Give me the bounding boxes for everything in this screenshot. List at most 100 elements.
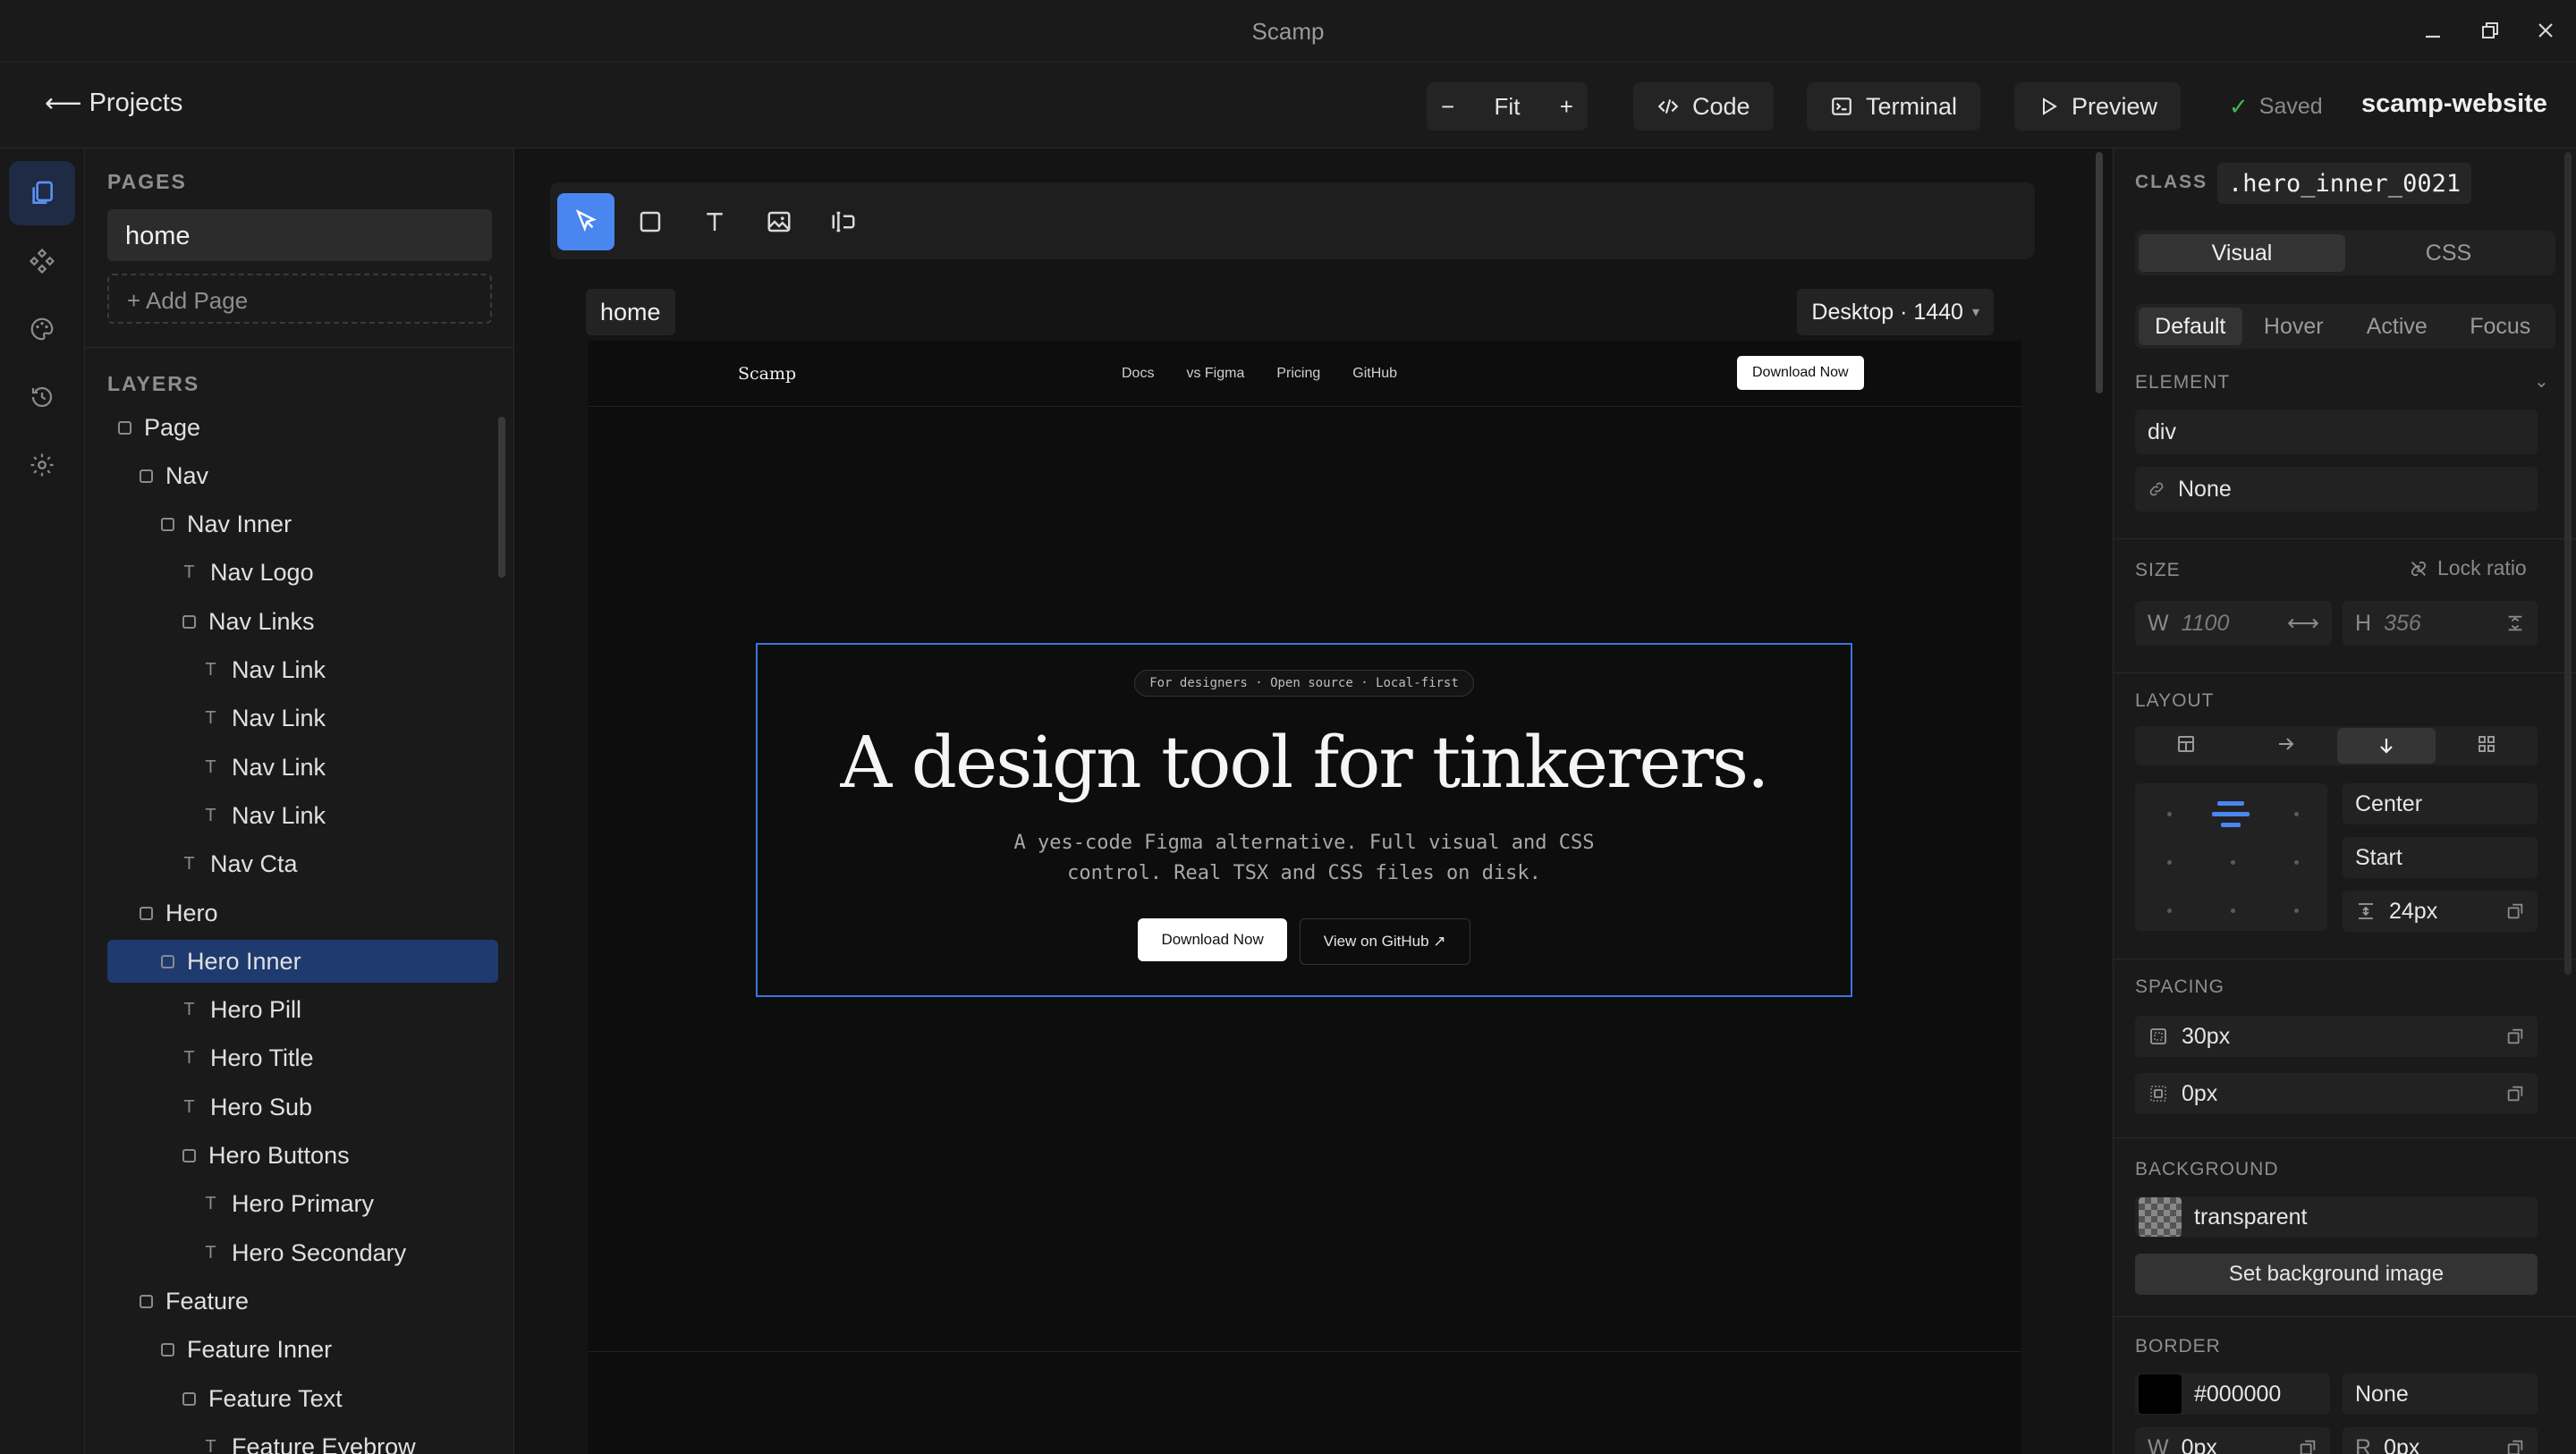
text-tool-button[interactable] — [686, 193, 743, 250]
hero-pill[interactable]: For designers · Open source · Local-firs… — [758, 670, 1851, 697]
terminal-button[interactable]: Terminal — [1807, 82, 1981, 131]
class-name-chip[interactable]: .hero_inner_0021 — [2217, 163, 2472, 204]
layer-item[interactable]: T Nav Link — [204, 746, 326, 789]
state-focus[interactable]: Focus — [2449, 308, 2553, 345]
margin-field[interactable]: 0px — [2135, 1073, 2538, 1114]
align-dot[interactable] — [2231, 860, 2235, 865]
select-tool-button[interactable] — [557, 193, 614, 250]
background-color-field[interactable]: transparent — [2135, 1196, 2538, 1238]
layer-item[interactable]: T Feature Eyebrow — [204, 1425, 415, 1454]
site-nav-link[interactable]: vs Figma — [1186, 366, 1244, 382]
layer-item[interactable]: Feature — [140, 1280, 249, 1323]
settings-tab-button[interactable] — [9, 433, 75, 497]
artboard-page-label[interactable]: home — [586, 289, 675, 335]
minimize-icon[interactable] — [2413, 13, 2453, 48]
image-tool-button[interactable] — [750, 193, 808, 250]
layer-item[interactable]: Hero Inner — [107, 940, 498, 984]
align-select[interactable]: Start — [2343, 837, 2538, 878]
input-tool-button[interactable] — [815, 193, 872, 250]
layer-item[interactable]: Nav Inner — [161, 503, 292, 546]
canvas-scrollbar[interactable] — [2096, 152, 2103, 393]
canvas-area[interactable]: home Desktop · 1440 ▾ Scamp Docs vs Figm… — [514, 148, 2113, 1454]
back-to-projects-link[interactable]: ⟵ Projects — [45, 88, 182, 119]
fit-height-icon[interactable] — [2505, 613, 2525, 633]
components-tab-button[interactable] — [9, 229, 75, 293]
zoom-out-button[interactable]: − — [1441, 93, 1454, 121]
arrows-horizontal-icon[interactable]: ⟷ — [2287, 610, 2319, 637]
expand-sides-icon[interactable] — [2298, 1438, 2318, 1454]
align-dot[interactable] — [2167, 860, 2172, 865]
border-color-field[interactable]: #000000 — [2135, 1374, 2330, 1415]
border-color-swatch[interactable] — [2139, 1374, 2182, 1414]
expand-sides-icon[interactable] — [2505, 1438, 2525, 1454]
viewport-select[interactable]: Desktop · 1440 ▾ — [1797, 289, 1994, 335]
pages-tab-button[interactable] — [9, 161, 75, 225]
layout-row-button[interactable] — [2237, 726, 2335, 762]
zoom-fit-button[interactable]: Fit — [1495, 93, 1521, 121]
width-field[interactable]: W 1100 ⟷ — [2135, 601, 2332, 646]
align-dot[interactable] — [2231, 909, 2235, 913]
state-hover[interactable]: Hover — [2242, 308, 2346, 345]
hero-primary-button[interactable]: Download Now — [1138, 918, 1287, 961]
inspector-scrollbar[interactable] — [2564, 152, 2572, 975]
layout-block-button[interactable] — [2137, 726, 2235, 762]
layer-item[interactable]: T Nav Link — [204, 649, 326, 692]
align-dot[interactable] — [2294, 909, 2299, 913]
align-dot[interactable] — [2167, 812, 2172, 816]
layout-grid-button[interactable] — [2437, 726, 2536, 762]
set-background-image-button[interactable]: Set background image — [2135, 1254, 2538, 1295]
preview-button[interactable]: Preview — [2014, 82, 2182, 131]
layers-scrollbar[interactable] — [498, 417, 505, 578]
expand-sides-icon[interactable] — [2505, 901, 2525, 921]
element-link-field[interactable]: None — [2135, 467, 2538, 511]
align-dot[interactable] — [2294, 860, 2299, 865]
layer-item[interactable]: Nav Links — [182, 600, 315, 643]
state-active[interactable]: Active — [2345, 308, 2449, 345]
border-width-field[interactable]: W 0px — [2135, 1427, 2330, 1454]
padding-field[interactable]: 30px — [2135, 1016, 2538, 1057]
layer-item[interactable]: T Hero Pill — [182, 989, 301, 1032]
expand-sides-icon[interactable] — [2505, 1084, 2525, 1103]
close-icon[interactable] — [2526, 13, 2565, 48]
height-field[interactable]: H 356 — [2343, 601, 2538, 646]
tab-css[interactable]: CSS — [2345, 234, 2552, 272]
transparent-swatch[interactable] — [2139, 1197, 2182, 1237]
expand-sides-icon[interactable] — [2505, 1027, 2525, 1046]
zoom-in-button[interactable]: + — [1560, 93, 1573, 121]
justify-select[interactable]: Center — [2343, 783, 2538, 824]
layer-item[interactable]: Nav — [140, 454, 208, 497]
layer-item[interactable]: T Nav Logo — [182, 552, 313, 595]
history-tab-button[interactable] — [9, 365, 75, 429]
theme-tab-button[interactable] — [9, 297, 75, 361]
align-dot[interactable] — [2294, 812, 2299, 816]
maximize-icon[interactable] — [2470, 13, 2510, 48]
page-item-home[interactable]: home — [107, 209, 492, 261]
chevron-down-icon[interactable]: ⌄ — [2534, 370, 2549, 393]
tab-visual[interactable]: Visual — [2139, 234, 2345, 272]
layer-item[interactable]: Feature Inner — [161, 1329, 332, 1372]
element-tag-field[interactable]: div — [2135, 410, 2538, 454]
align-dot[interactable] — [2167, 909, 2172, 913]
hero-sub[interactable]: A yes-code Figma alternative. Full visua… — [990, 828, 1618, 889]
layer-item[interactable]: T Nav Link — [204, 697, 326, 740]
layer-item[interactable]: T Hero Primary — [204, 1183, 374, 1226]
layer-item[interactable]: Hero — [140, 892, 218, 934]
site-nav-link[interactable]: Docs — [1122, 366, 1154, 382]
layer-item[interactable]: T Hero Sub — [182, 1086, 312, 1129]
site-nav[interactable]: Scamp Docs vs Figma Pricing GitHub Downl… — [588, 341, 2021, 407]
border-radius-field[interactable]: R 0px — [2343, 1427, 2538, 1454]
site-logo[interactable]: Scamp — [738, 364, 796, 384]
artboard[interactable]: Scamp Docs vs Figma Pricing GitHub Downl… — [588, 341, 2021, 1454]
border-style-select[interactable]: None — [2343, 1374, 2538, 1415]
site-nav-link[interactable]: Pricing — [1276, 366, 1320, 382]
layer-item[interactable]: T Hero Secondary — [204, 1231, 406, 1274]
state-default[interactable]: Default — [2139, 308, 2242, 345]
hero-inner-selection[interactable]: For designers · Open source · Local-firs… — [756, 643, 1852, 997]
layer-item[interactable]: Hero Buttons — [182, 1135, 350, 1178]
layer-item[interactable]: Feature Text — [182, 1377, 343, 1420]
align-center-top-icon[interactable] — [2210, 799, 2251, 834]
code-button[interactable]: Code — [1633, 82, 1774, 131]
site-nav-cta[interactable]: Download Now — [1737, 356, 1864, 390]
layer-item[interactable]: T Nav Link — [204, 794, 326, 837]
rectangle-tool-button[interactable] — [622, 193, 679, 250]
